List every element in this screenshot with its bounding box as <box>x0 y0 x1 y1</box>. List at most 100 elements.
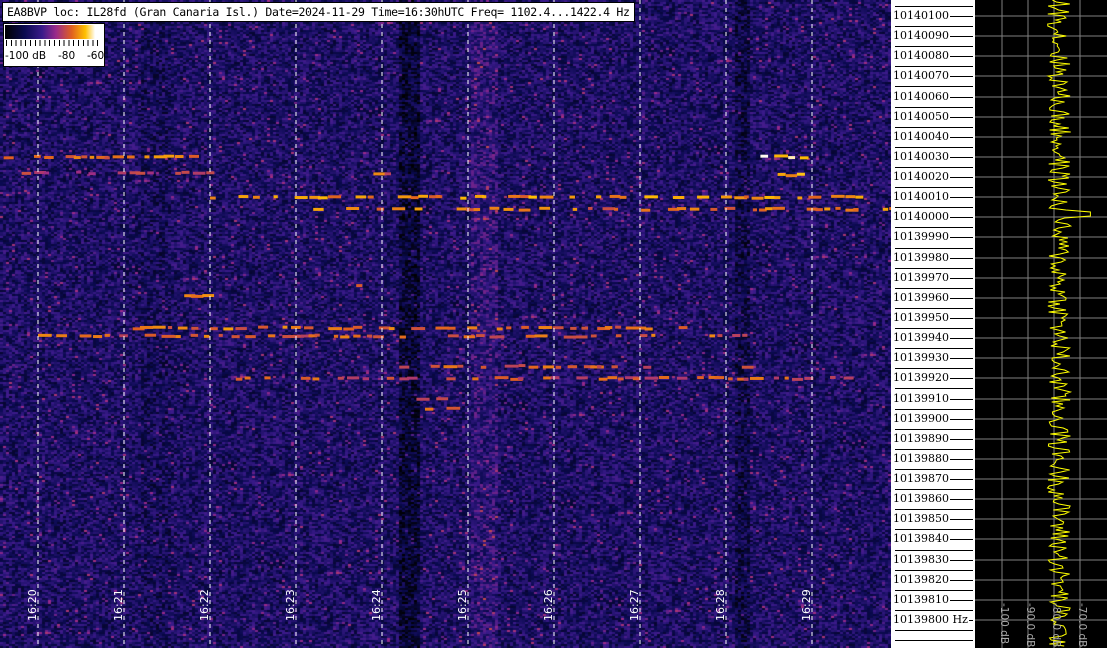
signal-trace <box>38 333 748 339</box>
signal-segment <box>525 334 535 338</box>
signal-segment <box>188 154 200 158</box>
signal-segment <box>152 325 166 329</box>
signal-segment <box>644 376 659 380</box>
frequency-tick-line <box>895 550 973 551</box>
signal-segment <box>235 377 243 381</box>
signal-segment <box>235 327 247 331</box>
frequency-tick-label: 10139840 <box>892 532 950 545</box>
signal-segment <box>373 172 387 176</box>
signal-segment <box>569 195 575 199</box>
signal-segment <box>598 377 608 381</box>
signal-segment <box>3 156 14 160</box>
signal-segment <box>830 375 836 379</box>
time-tick-label: 16:20 <box>26 589 39 621</box>
signal-segment <box>590 334 597 338</box>
signal-segment <box>651 333 656 337</box>
frequency-tick-label: 10139870 <box>892 472 950 485</box>
signal-segment <box>518 208 531 212</box>
signal-segment <box>619 195 627 199</box>
signal-segment <box>506 326 512 330</box>
signal-segment <box>144 155 150 159</box>
frequency-tick-line <box>895 207 973 208</box>
frequency-tick-line <box>895 570 973 571</box>
signal-segment <box>346 207 360 211</box>
signal-segment <box>799 156 809 160</box>
signal-segment <box>658 375 670 379</box>
signal-segment <box>313 207 324 211</box>
signal-segment <box>210 196 216 200</box>
time-tick-label: 16:23 <box>284 589 297 621</box>
frequency-tick-line <box>895 590 973 591</box>
frequency-tick-line <box>895 187 973 188</box>
signal-segment <box>161 334 176 338</box>
signal-segment <box>435 194 441 198</box>
signal-segment <box>328 327 342 331</box>
signal-segment <box>676 376 688 380</box>
signal-segment <box>728 377 733 381</box>
signal-segment <box>576 376 588 380</box>
signal-segment <box>163 154 175 158</box>
signal-segment <box>697 195 710 199</box>
signal-segment <box>632 377 641 381</box>
signal-segment <box>258 325 269 329</box>
frequency-axis: 10140100 10140090 10140080 10140070 10140060… <box>891 0 975 648</box>
frequency-tick-line <box>895 308 973 309</box>
signal-segment <box>436 397 449 401</box>
time-tick-label: 16:29 <box>800 589 813 621</box>
signal-segment <box>104 156 110 160</box>
signal-segment <box>617 377 624 381</box>
signal-segment <box>446 377 456 381</box>
frequency-tick-line <box>895 147 973 148</box>
signal-segment <box>528 195 537 199</box>
signal-segment <box>831 194 845 198</box>
signal-segment <box>76 170 82 174</box>
signal-segment <box>304 326 314 330</box>
signal-segment <box>352 325 363 329</box>
signal-segment <box>397 195 412 199</box>
signal-segment <box>273 195 278 199</box>
frequency-tick-label: 10140080 <box>892 49 950 62</box>
signal-segment <box>764 195 775 199</box>
time-tick-label: 16:21 <box>112 589 125 621</box>
signal-segment <box>210 327 218 331</box>
frequency-tick-label: 10140050 <box>892 110 950 123</box>
signal-segment <box>356 284 363 288</box>
signal-segment <box>845 195 856 199</box>
signal-trace <box>210 194 864 200</box>
signal-segment <box>615 325 622 329</box>
signal-segment <box>581 326 589 330</box>
signal-segment <box>717 334 723 338</box>
frequency-tick-line <box>895 469 973 470</box>
signal-segment <box>399 335 406 339</box>
signal-segment <box>56 334 68 338</box>
frequency-tick-line <box>895 288 973 289</box>
signal-segment <box>604 326 613 330</box>
db-tick-label: -80.0 dB <box>1050 603 1062 648</box>
frequency-tick-label: 10140090 <box>892 29 950 42</box>
signal-segment <box>528 365 539 369</box>
signal-segment <box>43 171 50 175</box>
frequency-tick-label: 10140040 <box>892 130 950 143</box>
signal-segment <box>521 325 529 329</box>
signal-segment <box>191 326 199 330</box>
signal-segment <box>550 376 560 380</box>
signal-segment <box>808 195 822 199</box>
colorbar-label-mid: -80 <box>58 50 76 62</box>
frequency-tick-label: 10139950 <box>892 311 950 324</box>
frequency-tick-line <box>895 86 973 87</box>
signal-segment <box>835 206 841 210</box>
colorbar-label-max: -60 <box>87 50 105 62</box>
signal-segment <box>777 172 786 176</box>
signal-segment <box>517 377 524 381</box>
frequency-tick-label: 10139980 <box>892 251 950 264</box>
frequency-tick-line <box>895 449 973 450</box>
time-tick-label: 16:22 <box>198 589 211 621</box>
signal-segment <box>181 170 190 174</box>
frequency-tick-line <box>895 610 973 611</box>
signal-segment <box>202 294 215 298</box>
signal-segment <box>539 206 551 210</box>
signal-segment <box>416 397 430 401</box>
signal-segment <box>751 196 764 200</box>
signal-segment <box>678 326 688 330</box>
signal-segment <box>643 365 652 369</box>
